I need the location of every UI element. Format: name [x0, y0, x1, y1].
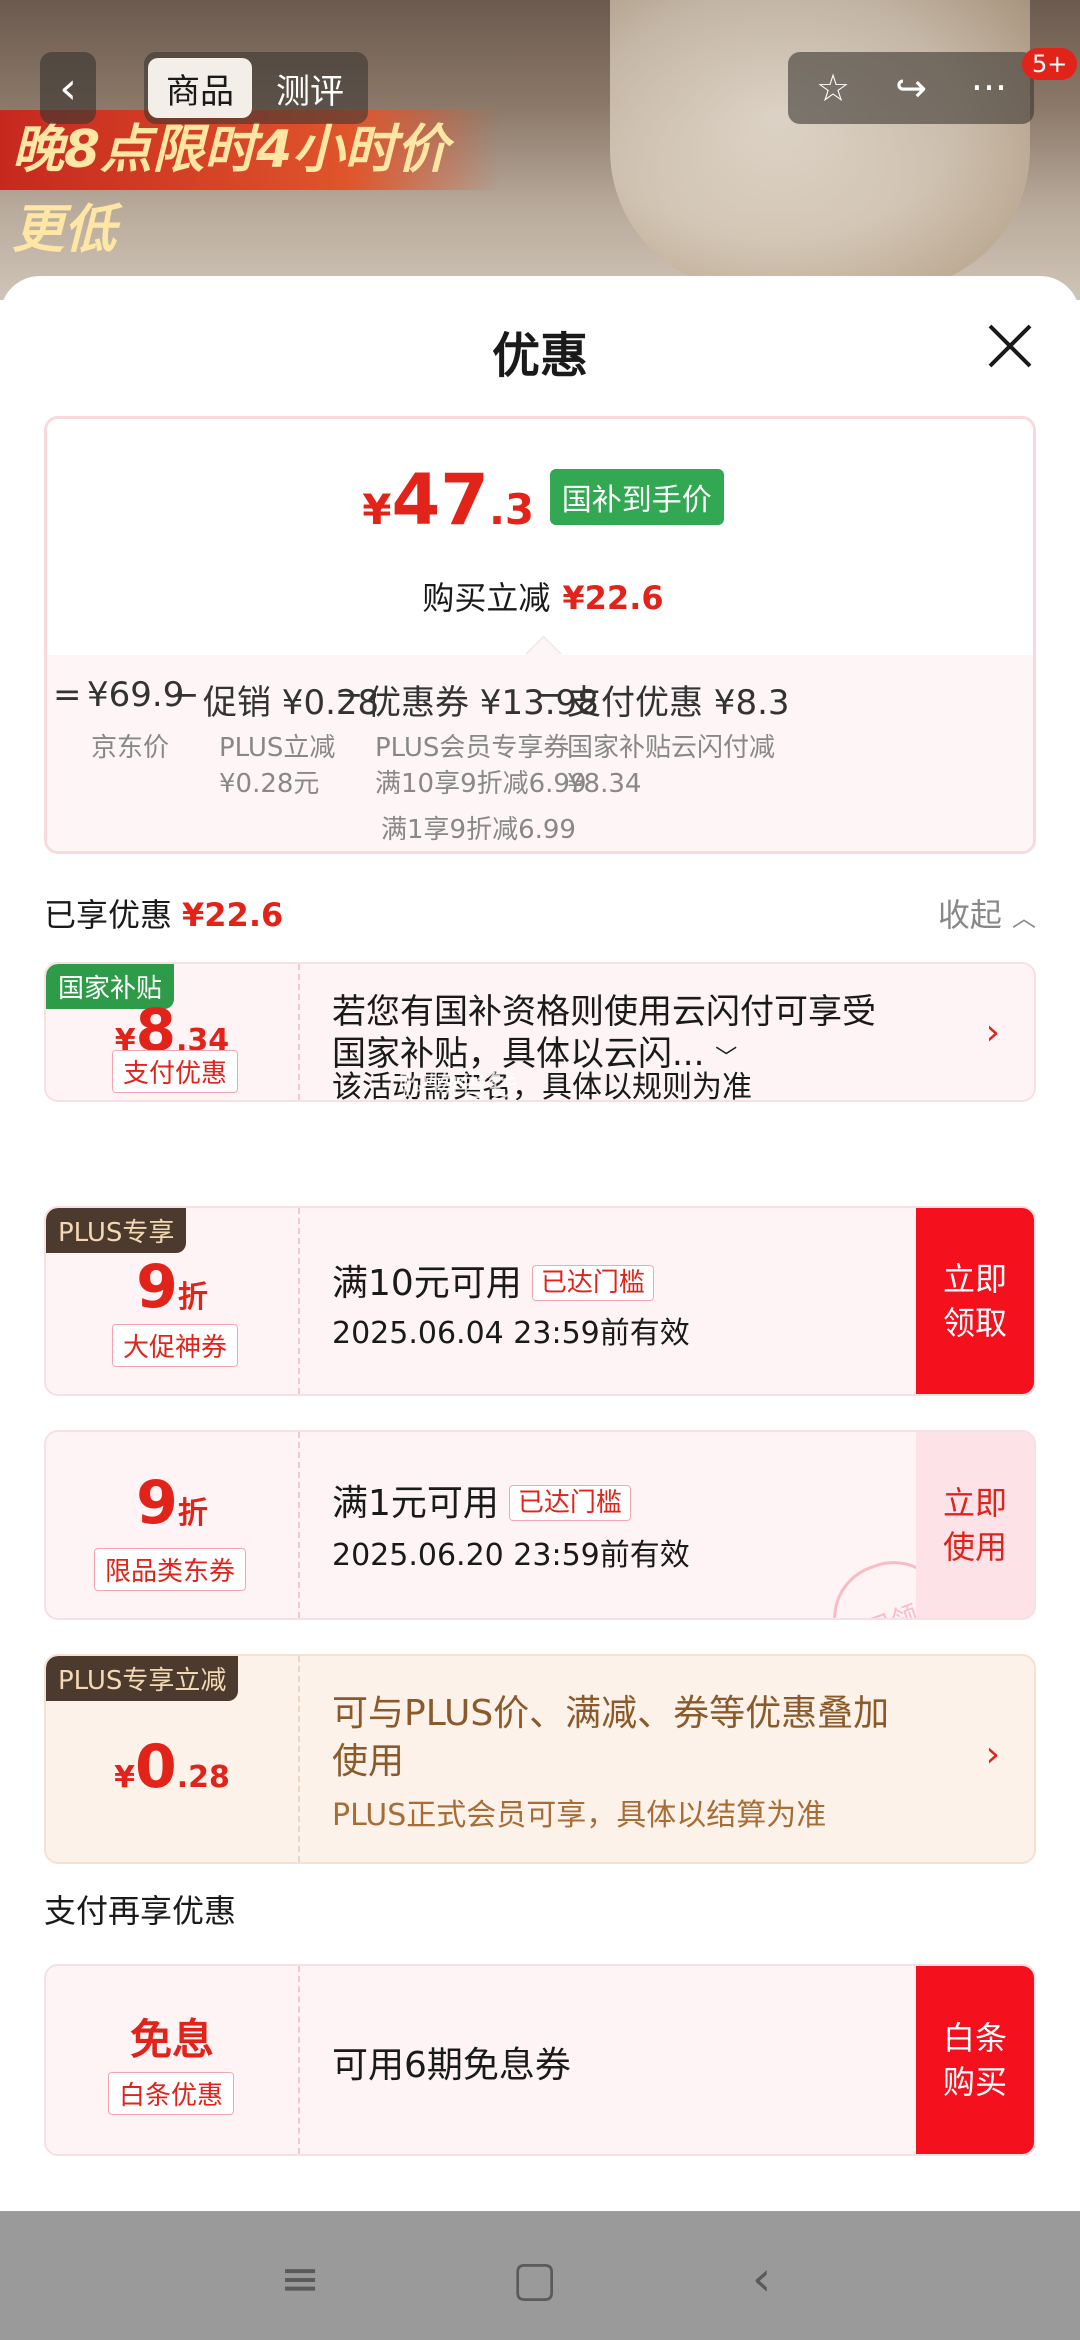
coupon-validity: 2025.06.20 23:59前有效	[332, 1538, 690, 1573]
collapse-button[interactable]: 收起 ︿	[938, 890, 1036, 936]
message-badge: 5+	[1022, 48, 1078, 80]
home-icon[interactable]: ▢	[512, 2251, 557, 2307]
product-tabs: 商品 测评	[144, 52, 368, 124]
coupon-value: 9折	[136, 1252, 208, 1322]
discount-sheet: 优惠 ¥47.3 国补到手价 购买立减 ¥22.6 = ¥69.9 京东价 − 促…	[0, 276, 1080, 2211]
baitiao-buy-button[interactable]: 白条购买	[916, 1966, 1034, 2154]
corner-tag: PLUS专享	[46, 1208, 187, 1253]
coupon-title: 满10元可用 已达门槛	[332, 1254, 654, 1306]
threshold-reached-badge: 已达门槛	[531, 1265, 654, 1301]
subsidy-price-tag: 国补到手价	[549, 469, 724, 525]
op-minus: −	[171, 675, 200, 715]
baitiao-interest-free: 免息 白条优惠 可用6期免息券 白条购买	[44, 1964, 1036, 2156]
chevron-left-icon: ‹	[59, 62, 77, 114]
interest-free-title: 可用6期免息券	[332, 2045, 571, 2086]
breakdown-row: = ¥69.9 京东价 − 促销 ¥0.28 PLUS立减 ¥0.28元 − 优…	[47, 655, 1033, 851]
use-coupon-button[interactable]: 立即使用	[916, 1432, 1034, 1618]
coupon-sub3: 满1享9折减6.99	[381, 815, 576, 845]
threshold-reached-badge: 已达门槛	[508, 1485, 631, 1521]
op-minus: −	[535, 675, 564, 715]
menu-icon[interactable]: ≡	[280, 2251, 320, 2307]
coupon-title: 满1元可用 已达门槛	[332, 1474, 631, 1526]
coupon-value: 9折	[136, 1468, 208, 1538]
promo-sub1: PLUS立减	[219, 733, 336, 763]
back-button[interactable]: ‹	[40, 52, 96, 124]
coupon-type-label: 大促神券	[112, 1324, 239, 1367]
back-icon[interactable]: ‹	[752, 2251, 771, 2307]
header-actions: ☆ ↪ ···	[788, 52, 1034, 124]
sheet-title: 优惠	[491, 328, 588, 384]
jd-price: ¥69.9	[87, 675, 185, 715]
system-nav-bar: ≡ ▢ ‹	[0, 2211, 1080, 2340]
price-breakdown-card: ¥47.3 国补到手价 购买立减 ¥22.6 = ¥69.9 京东价 − 促销 ¥…	[44, 416, 1036, 854]
enjoyed-discount-header: 已享优惠 ¥22.6	[44, 896, 284, 934]
coupon-national-subsidy[interactable]: 国家补贴 ¥8.34 支付优惠 若您有国补资格则使用云闪付可享受 国家补贴，具体…	[44, 962, 1036, 1102]
watermark-text: 购物省钱	[398, 1070, 518, 1102]
coupon-plus-instant-reduction[interactable]: PLUS专享立减 ¥0.28 可与PLUS价、满减、券等优惠叠加 使用 PLUS…	[44, 1654, 1036, 1864]
coupon-sub2: 满10享9折减6.99	[375, 769, 587, 799]
claim-coupon-button[interactable]: 立即领取	[916, 1208, 1034, 1394]
coupon-plus-9-discount: PLUS专享 9折 大促神券 满10元可用 已达门槛 2025.06.04 23:…	[44, 1206, 1036, 1396]
coupon-validity: 2025.06.04 23:59前有效	[332, 1316, 690, 1351]
coupon-desc: PLUS正式会员可享，具体以结算为准	[332, 1798, 827, 1833]
payment-sub2: ¥8.34	[567, 769, 642, 799]
share-icon[interactable]: ↪	[876, 58, 946, 118]
coupon-title-line1: 可与PLUS价、满减、券等优惠叠加	[332, 1693, 890, 1734]
jd-price-label: 京东价	[91, 733, 170, 763]
coupon-category-9-discount: 9折 限品类东券 满1元可用已达门槛 2025.06.20 23:59前有效 已…	[44, 1430, 1036, 1620]
payment-discount-amount: 支付优惠 ¥8.3	[567, 683, 790, 723]
chevron-right-icon[interactable]: ›	[986, 1734, 1000, 1775]
interest-free-label: 免息	[129, 2015, 214, 2064]
op-equals: =	[53, 675, 82, 715]
corner-tag: PLUS专享立减	[46, 1656, 239, 1701]
chevron-up-icon: ︿	[1012, 904, 1036, 932]
coupon-value: ¥0.28	[114, 1732, 230, 1802]
coupon-desc: 该活动需实名，具体以规则为准	[332, 1070, 752, 1102]
op-minus: −	[335, 675, 364, 715]
payment-section-title: 支付再享优惠	[44, 1892, 237, 1930]
coupon-type-label: 支付优惠	[112, 1050, 239, 1093]
payment-sub1: 国家补贴云闪付减	[567, 733, 776, 763]
tab-goods[interactable]: 商品	[148, 58, 252, 118]
coupon-type-label: 限品类东券	[94, 1548, 247, 1591]
close-icon[interactable]	[984, 320, 1036, 372]
more-icon[interactable]: ···	[954, 58, 1024, 118]
chevron-right-icon[interactable]: ›	[986, 1012, 1000, 1053]
coupon-type-label: 白条优惠	[108, 2072, 235, 2115]
promo-sub2: ¥0.28元	[219, 769, 320, 799]
final-price: ¥47.3	[362, 459, 535, 541]
coupon-sub1: PLUS会员专享券	[375, 733, 570, 763]
product-kettle-image	[610, 0, 1030, 290]
coupon-title-line2: 使用	[332, 1741, 405, 1782]
tab-review[interactable]: 测评	[258, 58, 362, 118]
star-icon[interactable]: ☆	[798, 58, 868, 118]
final-price-row: ¥47.3 国补到手价	[47, 459, 1033, 541]
coupon-amount: 优惠券 ¥13.98	[367, 683, 599, 723]
reduce-line: 购买立减 ¥22.6	[422, 579, 664, 617]
